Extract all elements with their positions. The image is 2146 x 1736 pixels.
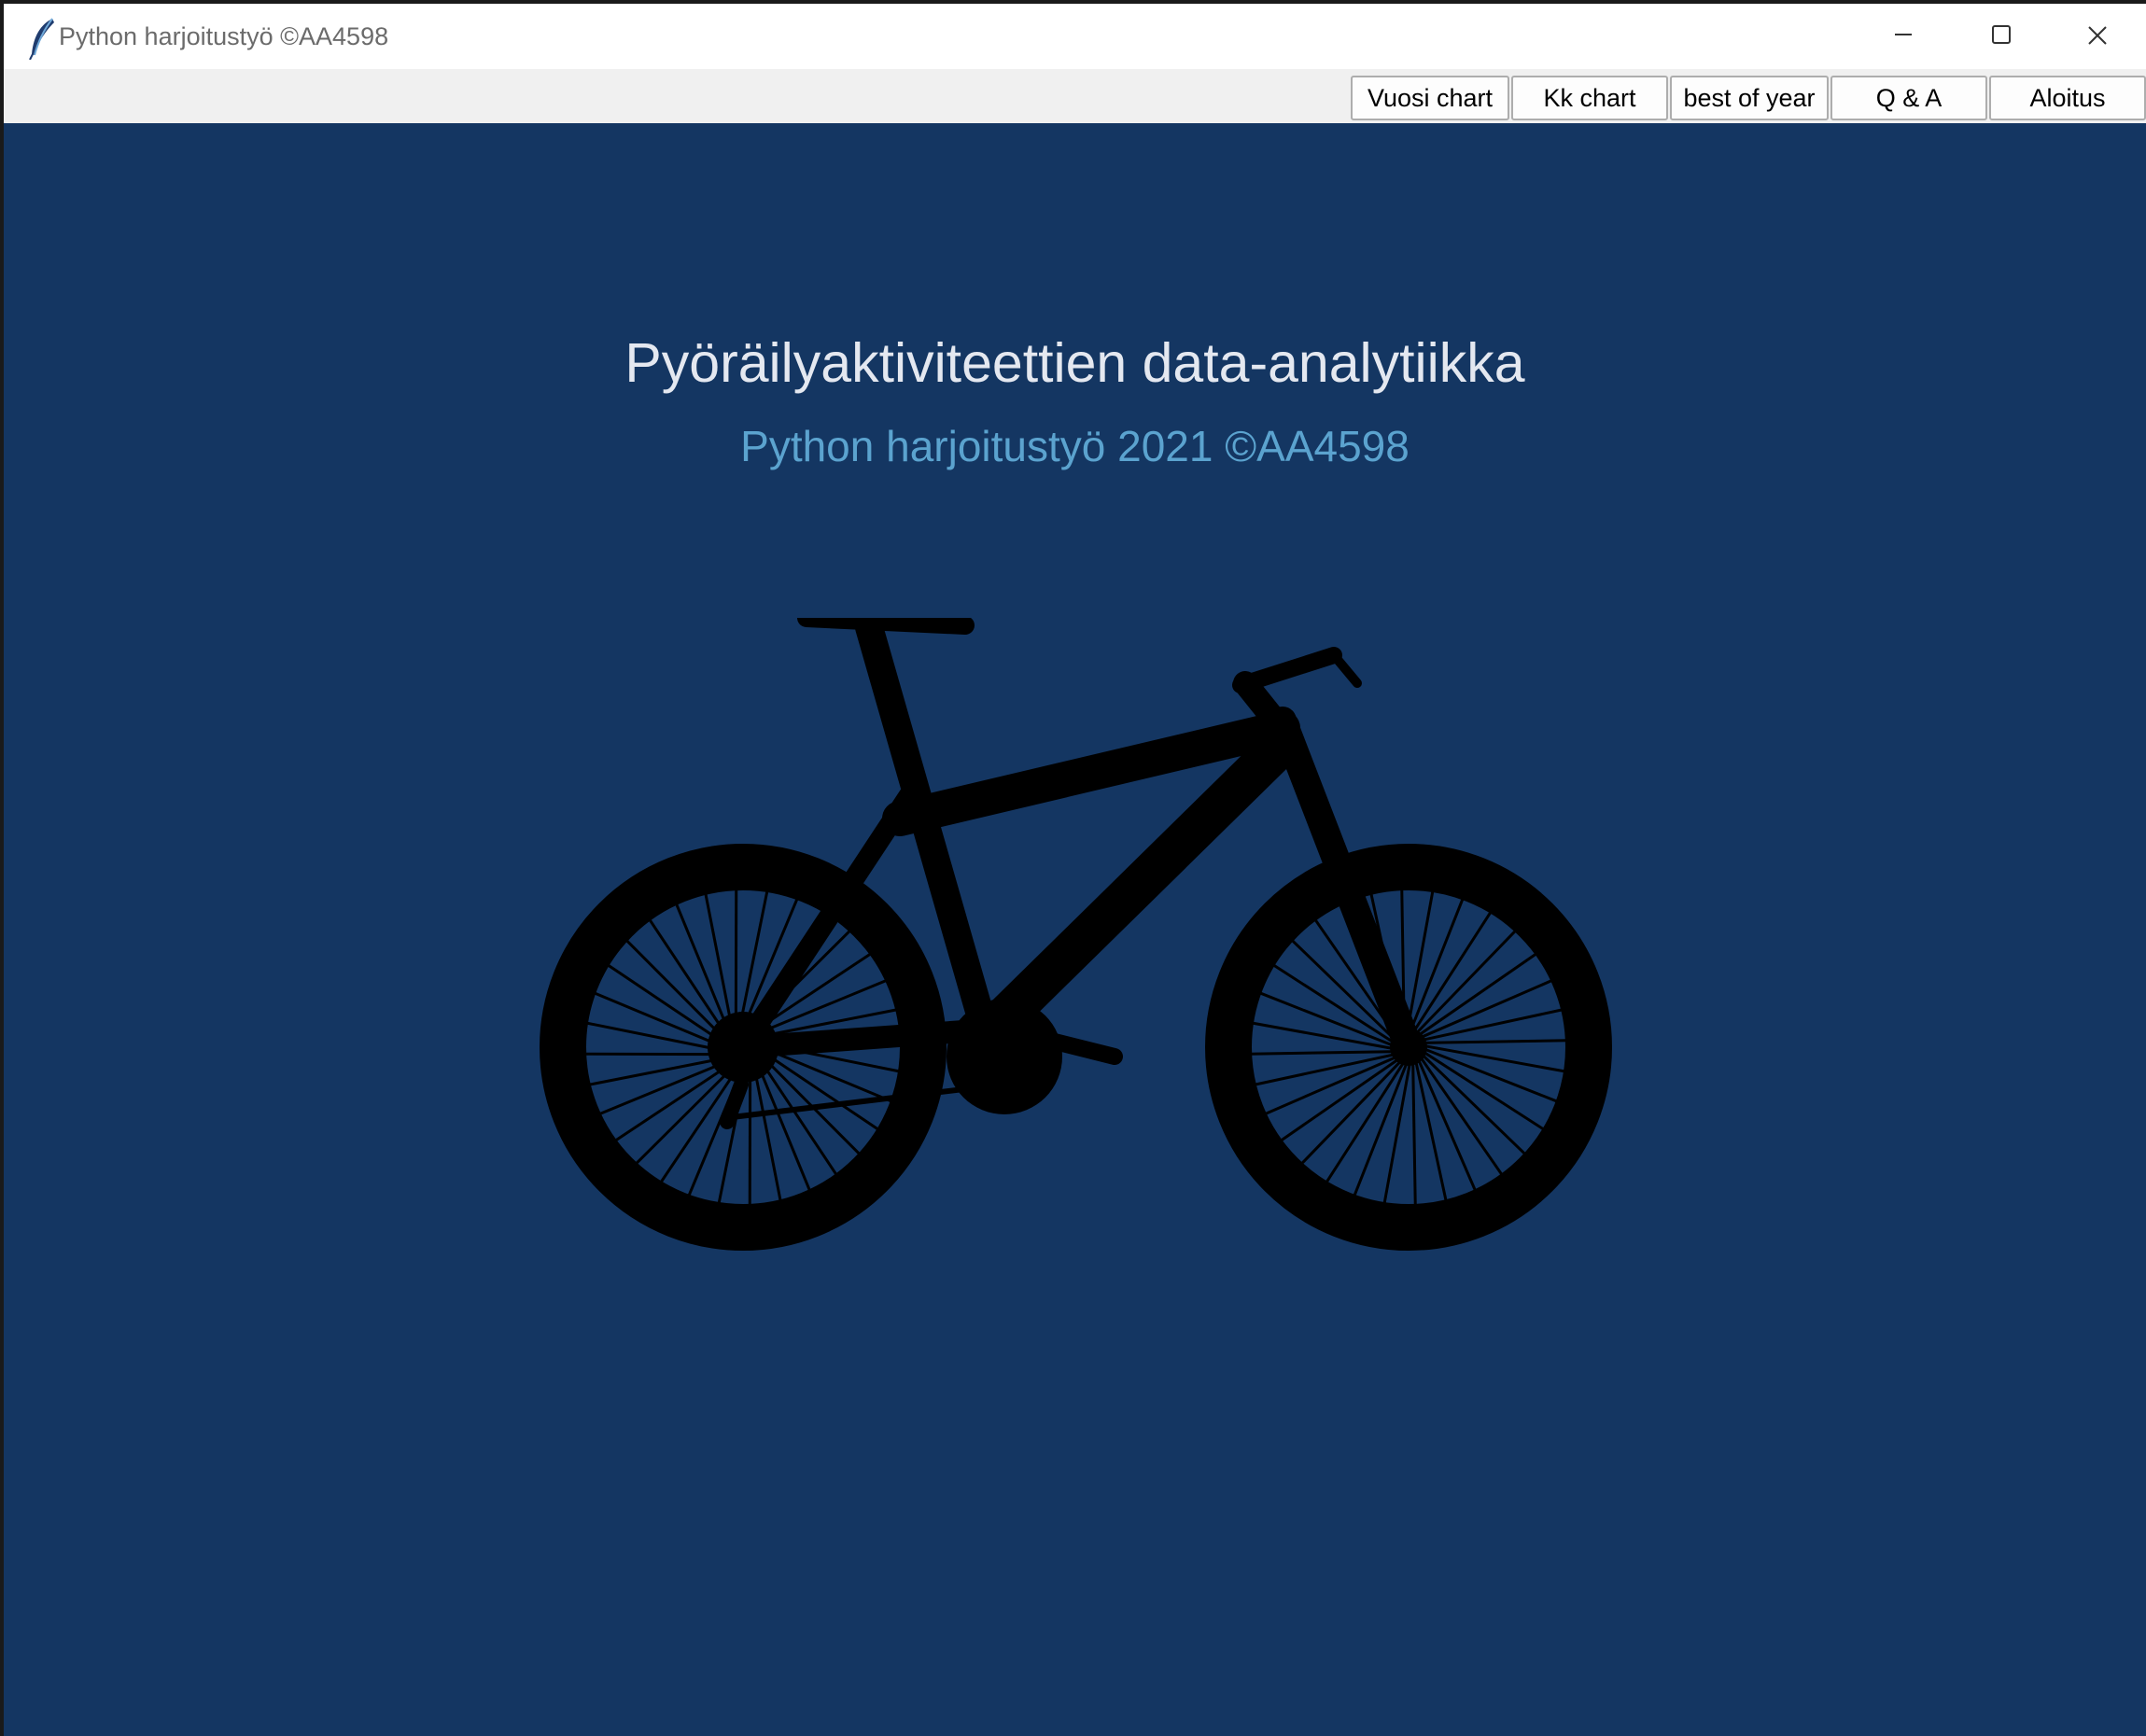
- app-window: Python harjoitustyö ©AA4598 Vuosi chart …: [4, 4, 2146, 1736]
- close-button[interactable]: [2049, 4, 2146, 69]
- bicycle-image: [536, 609, 1619, 1365]
- vuosi-chart-button[interactable]: Vuosi chart: [1351, 76, 1509, 120]
- feather-icon: [24, 17, 62, 61]
- minimize-icon: [1895, 34, 1912, 35]
- maximize-icon: [1992, 25, 2011, 44]
- page-title: Pyöräilyaktiviteettien data-analytiikka: [624, 332, 1525, 394]
- qa-button[interactable]: Q & A: [1830, 76, 1987, 120]
- page-subtitle: Python harjoitustyö 2021 ©AA4598: [740, 422, 1410, 470]
- toolbar: Vuosi chart Kk chart best of year Q & A …: [4, 69, 2146, 123]
- best-of-year-button[interactable]: best of year: [1670, 76, 1829, 120]
- window-title: Python harjoitustyö ©AA4598: [59, 22, 389, 50]
- minimize-button[interactable]: [1855, 4, 1952, 69]
- close-icon: [2088, 26, 2107, 45]
- aloitus-button[interactable]: Aloitus: [1989, 76, 2146, 120]
- maximize-button[interactable]: [1952, 4, 2049, 69]
- title-bar[interactable]: Python harjoitustyö ©AA4598: [4, 4, 2146, 69]
- main-content: Pyöräilyaktiviteettien data-analytiikka …: [4, 123, 2146, 1736]
- kk-chart-button[interactable]: Kk chart: [1511, 76, 1668, 120]
- bicycle-silhouette-icon: [540, 609, 1612, 1251]
